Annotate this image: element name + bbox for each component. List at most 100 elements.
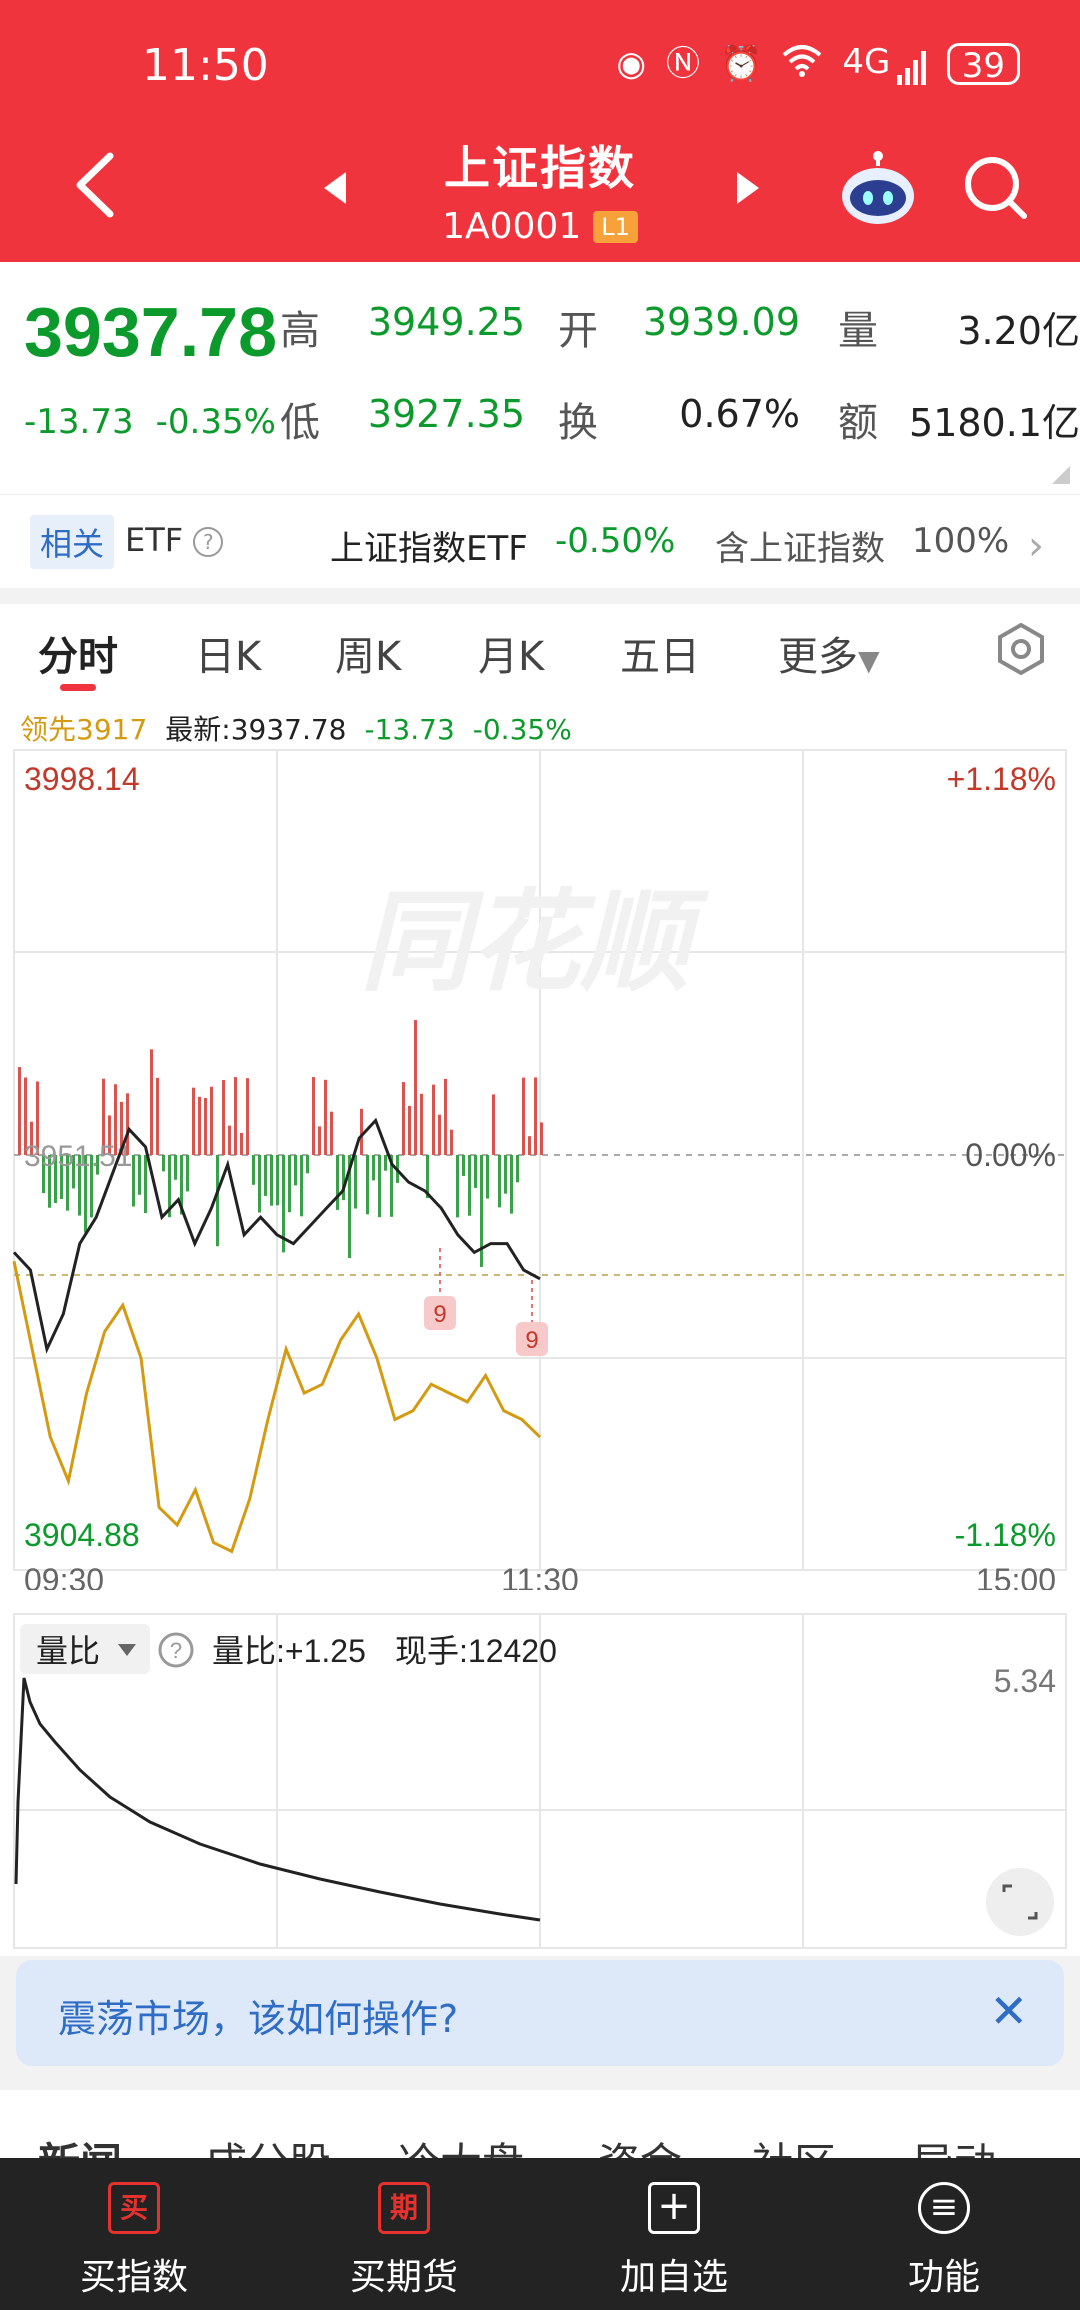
dropdown-triangle-icon: ▼ bbox=[858, 644, 880, 677]
fullscreen-icon[interactable] bbox=[986, 1868, 1054, 1936]
search-icon[interactable] bbox=[960, 152, 1030, 222]
volume-bar bbox=[324, 1079, 327, 1155]
quote-panel: 3937.78 -13.73 -0.35% 高 3949.25 开 3939.09… bbox=[0, 262, 1080, 494]
tab-funds[interactable]: 资金 bbox=[598, 2130, 682, 2160]
tab-monthly-k[interactable]: 月K bbox=[478, 624, 544, 682]
volume-bar bbox=[534, 1077, 537, 1155]
volume-bar bbox=[414, 1020, 417, 1155]
plus-icon: + bbox=[648, 2182, 700, 2234]
functions-button[interactable]: ≡ 功能 bbox=[844, 2182, 1044, 2300]
tab-movement[interactable]: 异动 bbox=[912, 2130, 996, 2160]
current-price: 3937.78 bbox=[24, 293, 278, 371]
buy-futures-button[interactable]: 期 买期货 bbox=[304, 2182, 504, 2300]
buy-icon: 买 bbox=[108, 2182, 160, 2234]
chart-tabs: 分时 日K 周K 月K 五日 更多▼ bbox=[0, 604, 1080, 696]
top-pct-label: +1.18% bbox=[947, 761, 1056, 797]
ratio-selector-label: 量比 bbox=[36, 1633, 100, 1669]
volume-bar bbox=[216, 1155, 219, 1247]
bottom-pct-label: -1.18% bbox=[955, 1517, 1056, 1553]
change-percent: -0.35% bbox=[155, 402, 276, 442]
watermark: 同花顺 bbox=[360, 881, 710, 1004]
volume-bar bbox=[150, 1049, 153, 1155]
marker-label-2: 9 bbox=[525, 1327, 538, 1354]
tab-five-day[interactable]: 五日 bbox=[620, 624, 700, 682]
volume-bar bbox=[528, 1136, 531, 1155]
expand-corner-icon[interactable] bbox=[1052, 466, 1070, 484]
chevron-right-icon[interactable]: › bbox=[1028, 523, 1044, 569]
tab-news[interactable]: 新闻 bbox=[38, 2130, 122, 2160]
volume-bar bbox=[504, 1155, 507, 1194]
related-badge: 相关 bbox=[30, 515, 115, 569]
price-change: -13.73 -0.35% bbox=[24, 402, 298, 442]
volume-bar bbox=[318, 1126, 321, 1155]
mid-pct-label: 0.00% bbox=[965, 1137, 1056, 1173]
high-value: 3949.25 bbox=[367, 300, 525, 344]
battery-indicator: 39 bbox=[946, 43, 1020, 86]
help-icon[interactable]: ? bbox=[193, 527, 224, 557]
volume-bar bbox=[402, 1082, 405, 1155]
volume-bar bbox=[540, 1122, 543, 1155]
current-hand: 现手:12420 bbox=[395, 1633, 557, 1669]
ratio-max: 5.34 bbox=[994, 1663, 1056, 1699]
tab-more[interactable]: 更多▼ bbox=[778, 624, 880, 682]
volume-bar bbox=[372, 1155, 375, 1181]
volume-bar bbox=[258, 1155, 261, 1213]
status-time: 11:50 bbox=[142, 40, 269, 91]
low-label: 低 bbox=[280, 400, 320, 446]
tab-components[interactable]: 成分股 bbox=[205, 2130, 331, 2160]
add-watchlist-button[interactable]: + 加自选 bbox=[574, 2182, 774, 2300]
alarm-icon: ⏰ bbox=[720, 44, 763, 84]
volume-ratio-chart[interactable]: 量比 ? 量比:+1.25 现手:12420 5.34 bbox=[0, 1612, 1080, 1952]
volume-bar bbox=[312, 1077, 315, 1155]
time-mid: 11:30 bbox=[501, 1562, 579, 1590]
signal-marker-1[interactable]: 9 bbox=[424, 1248, 456, 1330]
tab-community[interactable]: 社区 bbox=[752, 2130, 836, 2160]
volume-value: 3.20亿 bbox=[957, 309, 1080, 353]
tip-banner[interactable]: 震荡市场，该如何操作? ✕ bbox=[16, 1960, 1064, 2066]
signal-marker-2[interactable]: 9 bbox=[516, 1280, 548, 1356]
volume-bar bbox=[162, 1155, 165, 1172]
tab-underline bbox=[60, 684, 96, 691]
close-icon[interactable]: ✕ bbox=[989, 1984, 1028, 2038]
etf-contain-label: 含上证指数 bbox=[715, 529, 885, 569]
volume-bar bbox=[270, 1155, 273, 1206]
page-title: 上证指数 bbox=[444, 141, 636, 195]
intraday-chart[interactable]: 同花顺 3998.14 3951.51 3904.88 +1.18% 0.00%… bbox=[0, 740, 1080, 1590]
change-value: -13.73 bbox=[24, 402, 134, 442]
tab-intraday[interactable]: 分时 bbox=[38, 624, 118, 682]
settings-hexagon-icon[interactable] bbox=[994, 622, 1048, 676]
volume-bar bbox=[276, 1155, 279, 1206]
volume-bar bbox=[468, 1155, 471, 1216]
volume-bar bbox=[384, 1155, 387, 1171]
volume-bar bbox=[354, 1155, 357, 1209]
turnover-label: 换 bbox=[558, 400, 598, 446]
related-etf-bar[interactable]: 相关 ETF ? 上证指数ETF -0.50% 含上证指数 100% › bbox=[0, 494, 1080, 588]
volume-bar bbox=[450, 1129, 453, 1155]
buy-futures-label: 买期货 bbox=[349, 2257, 458, 2298]
tab-weekly-k[interactable]: 周K bbox=[335, 624, 401, 682]
bottom-price-label: 3904.88 bbox=[24, 1517, 140, 1553]
etf-percent: -0.50% bbox=[555, 521, 676, 561]
low-value: 3927.35 bbox=[367, 392, 525, 436]
next-stock-icon[interactable] bbox=[735, 170, 761, 206]
network-type: 4G bbox=[842, 42, 891, 82]
volume-label: 量 bbox=[838, 308, 878, 354]
volume-bar bbox=[228, 1125, 231, 1155]
mid-price-label: 3951.51 bbox=[24, 1140, 132, 1173]
bottom-nav: 买 买指数 期 买期货 + 加自选 ≡ 功能 bbox=[0, 2158, 1080, 2310]
tab-more-label: 更多 bbox=[778, 634, 858, 680]
volume-bar bbox=[522, 1077, 525, 1155]
tab-daily-k[interactable]: 日K bbox=[195, 624, 261, 682]
volume-bar bbox=[432, 1084, 435, 1155]
tab-market[interactable]: 冷大盘 bbox=[398, 2130, 524, 2160]
volume-bar bbox=[438, 1114, 441, 1155]
volume-bar bbox=[138, 1155, 141, 1195]
eye-icon: ◉ bbox=[616, 44, 647, 84]
volume-bar bbox=[462, 1155, 465, 1176]
robot-assistant-icon[interactable] bbox=[838, 150, 918, 230]
volume-bar bbox=[408, 1105, 411, 1155]
buy-index-button[interactable]: 买 买指数 bbox=[34, 2182, 234, 2300]
volume-bar bbox=[516, 1155, 519, 1183]
news-tabs: 新闻 成分股 冷大盘 资金 社区 异动 bbox=[0, 2090, 1080, 2160]
open-value: 3939.09 bbox=[642, 300, 800, 344]
